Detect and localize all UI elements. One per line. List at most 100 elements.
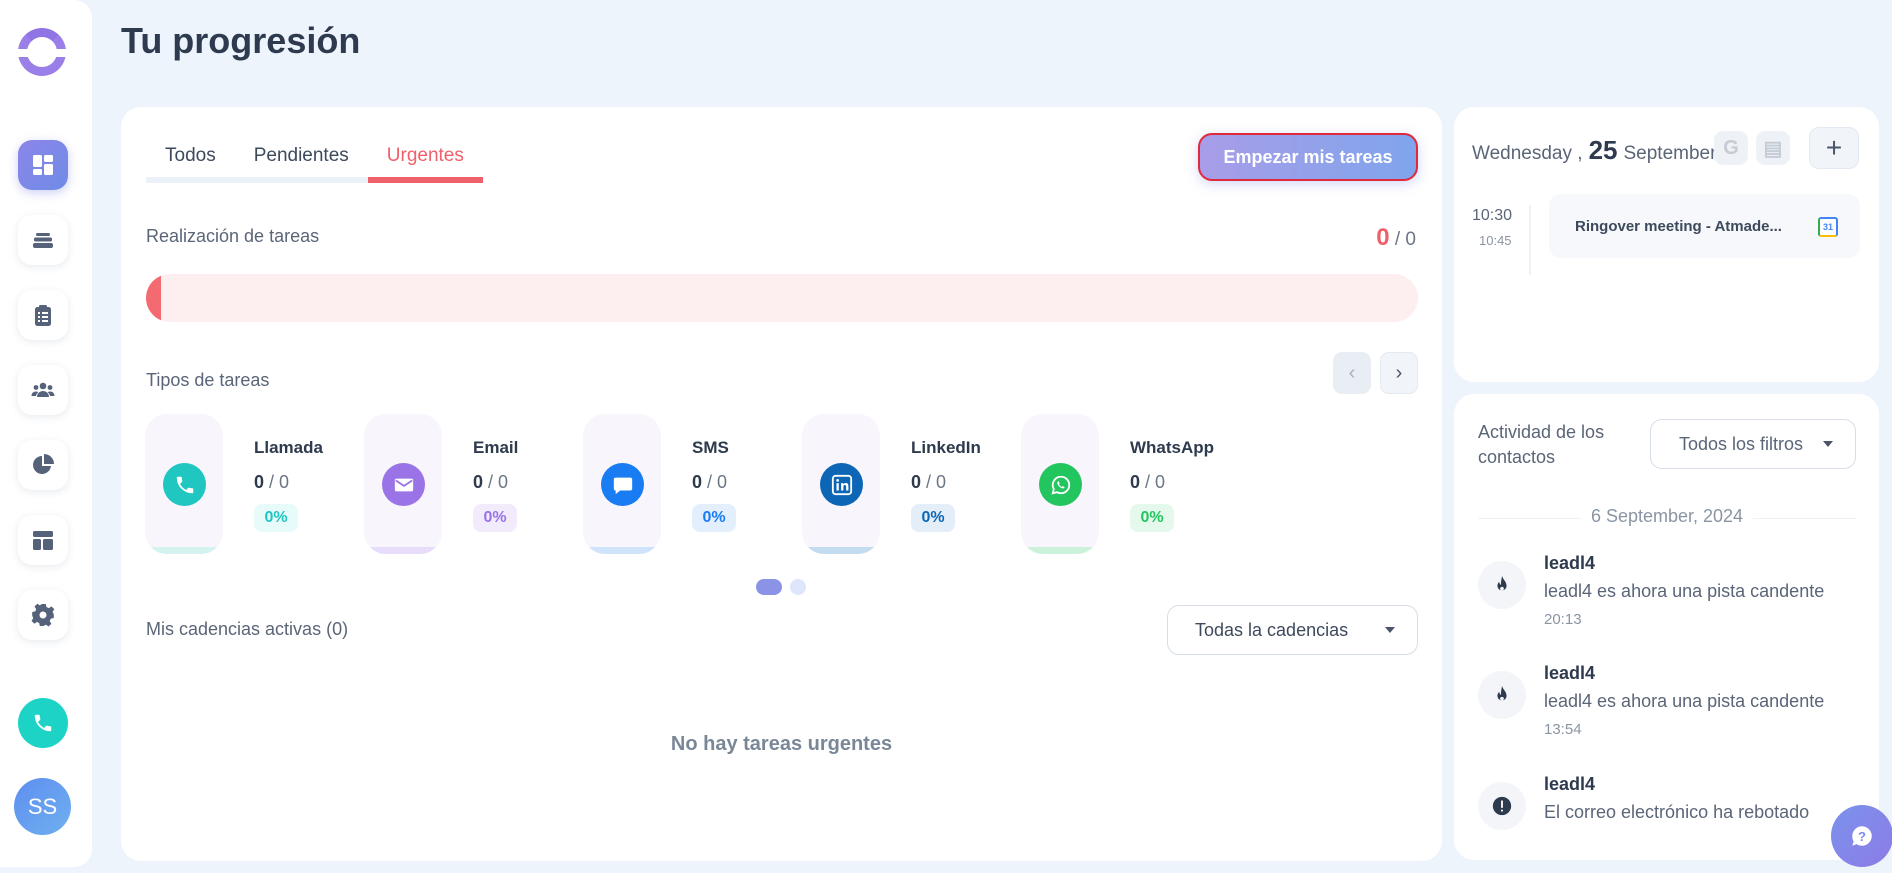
phone-icon: [163, 463, 206, 506]
help-chat-icon: ?: [1852, 826, 1872, 846]
calendar-month: September: [1623, 143, 1717, 164]
pagination-dot-active[interactable]: [756, 579, 782, 595]
linkedin-icon: [820, 463, 863, 506]
task-type-done: 0: [473, 472, 484, 492]
app-logo-icon[interactable]: [15, 28, 69, 76]
completion-ratio: 0 / 0: [1376, 224, 1416, 252]
flame-icon: [1478, 561, 1526, 609]
activity-filter-value: Todos los filtros: [1679, 433, 1804, 454]
activity-time: 20:13: [1544, 611, 1582, 628]
google-calendar-badge-icon: 31: [1818, 217, 1838, 237]
calendar-event[interactable]: Ringover meeting - Atmade... 31: [1549, 194, 1860, 258]
activity-contact-name[interactable]: leadl4: [1544, 774, 1595, 795]
dialer-button[interactable]: [18, 698, 68, 748]
task-type-total: / 0: [488, 472, 509, 492]
calendar-weekday: Wednesday ,: [1472, 143, 1583, 164]
calendar-clipboard-icon[interactable]: ▤: [1756, 131, 1790, 165]
layout-icon: [33, 531, 53, 550]
task-type-card[interactable]: Email 0 / 0 0%: [351, 414, 601, 554]
task-type-card[interactable]: LinkedIn 0 / 0 0%: [789, 414, 1039, 554]
task-type-card[interactable]: Llamada 0 / 0 0%: [132, 414, 382, 554]
gear-icon: [31, 603, 55, 627]
task-types-label: Tipos de tareas: [146, 370, 270, 390]
chevron-left-icon: ‹: [1348, 361, 1356, 384]
help-chat-button[interactable]: ?: [1831, 805, 1892, 867]
caret-down-icon: [1385, 627, 1395, 633]
nav-dashboard-button[interactable]: [18, 140, 68, 190]
dashboard-icon: [33, 155, 53, 175]
activity-description: El correo electrónico ha rebotado: [1544, 802, 1810, 822]
task-type-name: WhatsApp: [1130, 438, 1215, 457]
whatsapp-icon: [1039, 463, 1082, 506]
nav-tasks-button[interactable]: [18, 290, 68, 340]
task-type-card[interactable]: WhatsApp 0 / 0 0%: [1008, 414, 1258, 554]
task-type-name: Email: [473, 438, 519, 457]
task-type-done: 0: [692, 472, 703, 492]
chevron-right-icon: ›: [1395, 361, 1403, 384]
task-type-count: 0 / 0: [692, 472, 727, 493]
task-tabs: Todos Pendientes Urgentes: [146, 143, 483, 183]
completion-progress-bar: [146, 274, 1418, 322]
tab-todos[interactable]: Todos: [146, 143, 235, 183]
activity-filter-select[interactable]: Todos los filtros: [1650, 419, 1856, 469]
activity-title: Actividad de los contactos: [1478, 422, 1605, 467]
task-type-done: 0: [1130, 472, 1141, 492]
svg-text:?: ?: [1858, 829, 1866, 844]
nav-reports-button[interactable]: [18, 440, 68, 490]
completion-progress-fill: [146, 274, 162, 322]
activity-description: leadl4 es ahora una pista candente: [1544, 691, 1825, 711]
google-calendar-icon[interactable]: G: [1714, 131, 1748, 165]
task-type-percentage: 0%: [1130, 504, 1174, 532]
carousel-prev-button[interactable]: ‹: [1333, 352, 1371, 394]
task-type-done: 0: [254, 472, 265, 492]
calendar-day: 25: [1588, 135, 1618, 165]
layers-icon: [33, 233, 53, 248]
carousel-next-button[interactable]: ›: [1380, 352, 1418, 394]
pie-chart-icon: [33, 454, 54, 474]
task-type-name: SMS: [692, 438, 729, 457]
team-icon: [31, 382, 55, 397]
task-type-card[interactable]: SMS 0 / 0 0%: [570, 414, 820, 554]
caret-down-icon: [1823, 441, 1833, 447]
chat-bubble-icon: [601, 463, 644, 506]
clipboard-icon: [35, 305, 51, 326]
task-type-percentage: 0%: [254, 504, 298, 532]
task-type-total: / 0: [269, 472, 290, 492]
nav-templates-button[interactable]: [18, 515, 68, 565]
page-title: Tu progresión: [121, 20, 361, 61]
event-end-time: 10:45: [1479, 233, 1512, 248]
pagination-dot[interactable]: [790, 579, 806, 595]
tab-pendientes[interactable]: Pendientes: [235, 143, 368, 183]
activity-contact-name[interactable]: leadl4: [1544, 553, 1595, 574]
calendar-date: Wednesday , 25 September: [1472, 135, 1716, 166]
carousel-pagination: [756, 579, 806, 595]
task-type-percentage: 0%: [692, 504, 736, 532]
task-type-count: 0 / 0: [911, 472, 946, 493]
nav-settings-button[interactable]: [18, 590, 68, 640]
task-type-total: / 0: [926, 472, 947, 492]
activity-time: 13:54: [1544, 721, 1582, 738]
completion-done: 0: [1376, 224, 1390, 251]
sidebar: SS: [0, 0, 92, 867]
tab-urgentes[interactable]: Urgentes: [367, 143, 483, 183]
user-initials: SS: [27, 793, 58, 819]
alert-icon: [1478, 782, 1526, 830]
event-start-time: 10:30: [1472, 207, 1513, 224]
activity-contact-name[interactable]: leadl4: [1544, 663, 1595, 684]
user-avatar[interactable]: SS: [14, 778, 71, 835]
start-tasks-button[interactable]: Empezar mis tareas: [1198, 133, 1418, 181]
task-type-percentage: 0%: [473, 504, 517, 532]
activity-date: 6 September, 2024: [1580, 506, 1754, 526]
activity-date-separator: 6 September, 2024: [1478, 506, 1856, 527]
task-type-percentage: 0%: [911, 504, 955, 532]
timeline-divider: [1529, 205, 1531, 275]
nav-contacts-button[interactable]: [18, 365, 68, 415]
task-type-count: 0 / 0: [1130, 472, 1165, 493]
add-event-button[interactable]: +: [1809, 127, 1859, 169]
flame-icon: [1478, 671, 1526, 719]
cadence-select[interactable]: Todas la cadencias: [1167, 605, 1418, 655]
completion-label: Realización de tareas: [146, 226, 320, 246]
completion-total: / 0: [1394, 229, 1416, 250]
phone-icon: [34, 714, 52, 732]
nav-inbox-button[interactable]: [18, 215, 68, 265]
